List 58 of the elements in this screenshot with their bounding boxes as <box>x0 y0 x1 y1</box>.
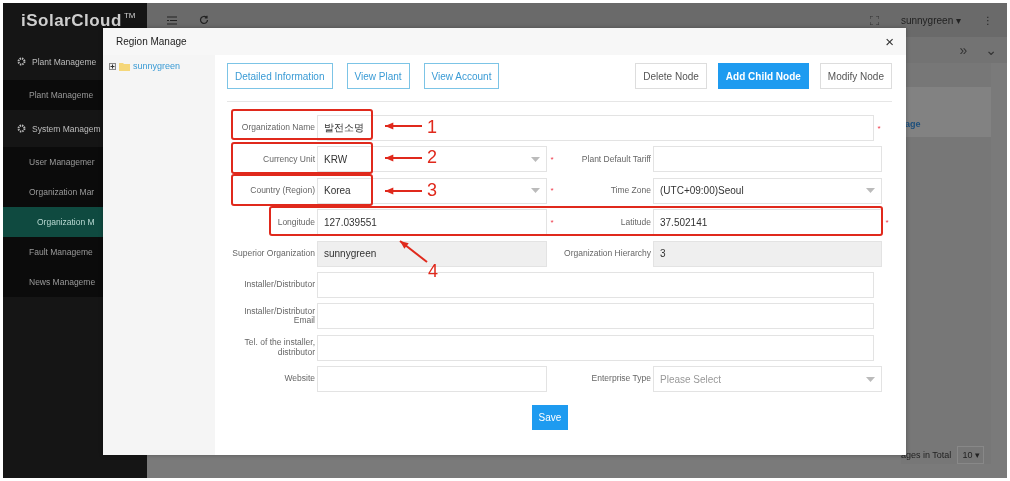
select-field[interactable]: (UTC+09:00)Seoul <box>653 177 882 204</box>
field-label: Organization Name <box>240 123 316 133</box>
field-label: Organization Hierarchy <box>563 248 652 259</box>
caret-icon <box>531 156 540 162</box>
gear-icon <box>17 57 26 66</box>
close-button[interactable]: × <box>885 34 894 49</box>
caret-icon <box>866 188 875 194</box>
required-mark: * <box>549 186 555 196</box>
input-field[interactable] <box>317 334 874 361</box>
field-label: Country (Region) <box>249 186 316 196</box>
sidebar-item[interactable]: Organization M <box>3 207 103 237</box>
readonly-field: 3 <box>653 240 882 267</box>
action-button[interactable]: Modify Node <box>819 63 892 89</box>
annotation-number: 3 <box>427 181 437 199</box>
trademark: TM <box>123 11 136 20</box>
expand-icon[interactable] <box>109 62 116 70</box>
field-label: Enterprise Type <box>590 374 652 384</box>
required-mark: * <box>884 217 890 227</box>
caret-icon <box>866 376 875 382</box>
field-label: Superior Organization <box>231 248 316 259</box>
page-size-select[interactable]: 10 ▾ <box>957 446 985 464</box>
sidebar-item[interactable]: Organization Mar <box>3 177 103 207</box>
app-logo: iSolarCloud <box>21 11 122 31</box>
sidebar-item[interactable]: Fault Manageme <box>3 237 103 267</box>
field-label: Website <box>283 374 316 384</box>
gear-icon <box>17 124 26 133</box>
annotation-number: 1 <box>427 118 437 136</box>
action-button[interactable]: Delete Node <box>635 63 707 89</box>
dialog-title: Region Manage <box>116 36 187 47</box>
refresh-icon[interactable] <box>199 15 209 25</box>
required-mark: * <box>549 217 555 227</box>
sidebar-item[interactable]: Plant Manageme <box>3 80 103 110</box>
annotation-arrow <box>399 240 428 263</box>
input-field[interactable] <box>653 146 882 173</box>
annotation-arrow <box>384 122 423 130</box>
fullscreen-icon[interactable] <box>869 15 879 25</box>
field-label: Currency Unit <box>262 154 316 165</box>
annotation-arrow <box>384 154 423 162</box>
required-mark: * <box>549 154 555 164</box>
field-label: Longitude <box>276 217 316 227</box>
annotation-arrow <box>384 187 423 195</box>
field-label: Latitude <box>619 217 652 227</box>
caret-icon <box>531 188 540 194</box>
annotation-number: 2 <box>427 148 437 166</box>
sidebar-item[interactable]: User Managemer <box>3 147 103 177</box>
field-label: Plant Default Tariff <box>580 154 652 165</box>
folder-icon <box>119 61 130 71</box>
field-label: Installer/Distributor Email <box>243 307 316 326</box>
required-mark: * <box>876 123 882 133</box>
input-field[interactable] <box>317 303 874 330</box>
field-label: Time Zone <box>609 186 652 196</box>
field-label: Tel. of the installer, distributor <box>243 338 316 358</box>
input-field[interactable]: 37.502141 <box>653 209 882 236</box>
sidebar-item[interactable]: News Manageme <box>3 267 103 297</box>
input-field[interactable] <box>317 366 547 393</box>
field-label: Installer/Distributor <box>243 280 316 290</box>
menu-icon[interactable] <box>167 15 177 25</box>
input-field[interactable]: 127.039551 <box>317 209 547 236</box>
